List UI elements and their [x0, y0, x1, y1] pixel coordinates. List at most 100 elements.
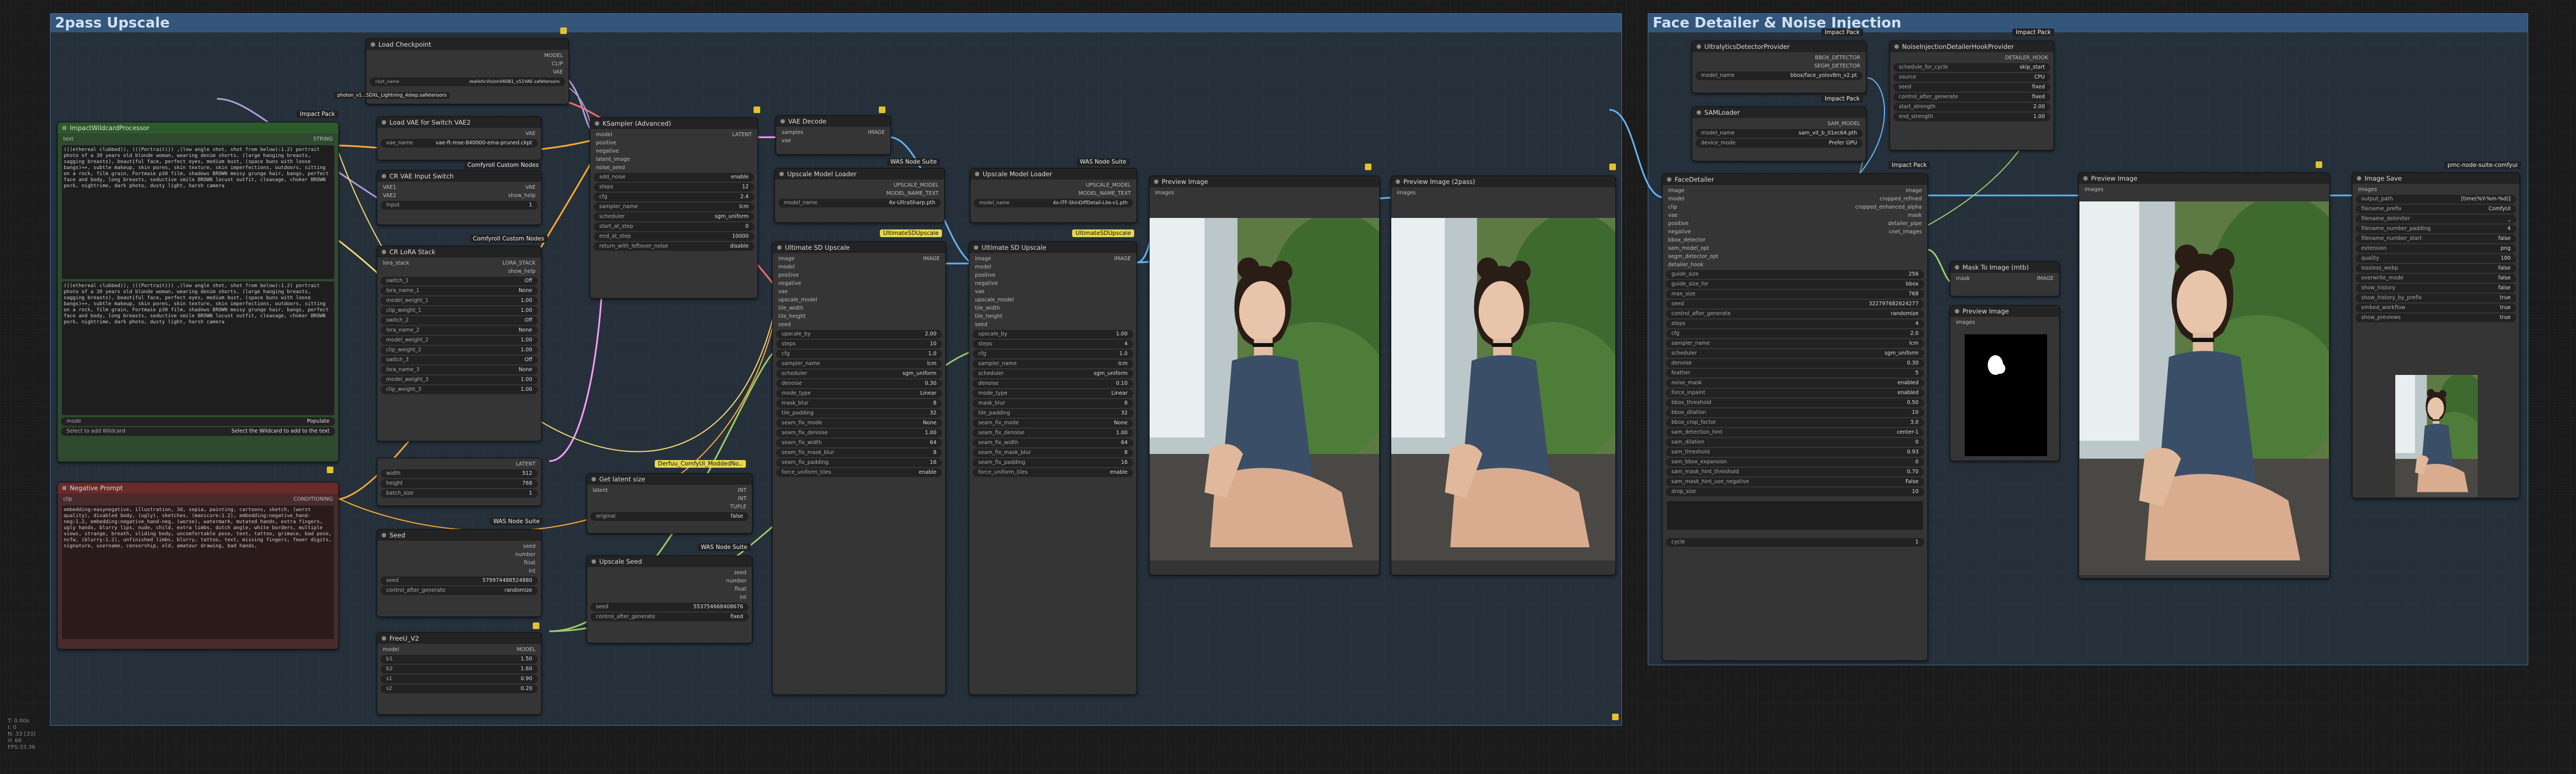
- input-sam-model-opt[interactable]: sam_model_opt: [1668, 244, 1709, 253]
- widget-seed[interactable]: seed 322797682624277: [1666, 300, 1924, 309]
- widget-feather[interactable]: feather 5: [1666, 369, 1924, 378]
- widget-s1[interactable]: s1 0.90: [381, 675, 538, 683]
- input-upscale-model[interactable]: upscale_model: [975, 296, 1014, 304]
- widget-force-uniform-tiles[interactable]: force_uniform_tiles enable: [776, 468, 942, 477]
- widget-cfg[interactable]: cfg 1.0: [776, 350, 942, 358]
- node-title[interactable]: Preview Image (2pass): [1391, 176, 1615, 187]
- widget-tile-padding[interactable]: tile_padding 32: [776, 409, 942, 418]
- input-model[interactable]: model: [778, 263, 795, 271]
- output-number[interactable]: number: [726, 577, 746, 585]
- widget-lora-name-1[interactable]: lora_name_1 None: [381, 287, 538, 295]
- input-images[interactable]: images: [2084, 186, 2104, 194]
- widget-filename-prefix[interactable]: filename_prefix ComfyUI: [2356, 205, 2516, 214]
- mode-widget[interactable]: mode Populate: [61, 417, 335, 426]
- input-positive[interactable]: positive: [975, 271, 995, 279]
- widget-sam-threshold[interactable]: sam_threshold 0.93: [1666, 448, 1924, 457]
- output-int[interactable]: INT: [738, 486, 746, 495]
- widget-seam-fix-mode[interactable]: seam_fix_mode None: [776, 419, 942, 428]
- widget-noise-mask[interactable]: noise_mask enabled: [1666, 379, 1924, 388]
- widget-filename-delimiter[interactable]: filename_delimiter _: [2356, 215, 2516, 223]
- widget-scheduler[interactable]: scheduler sgm_uniform: [973, 369, 1133, 378]
- widget-model-weight-2[interactable]: model_weight_2 1.00: [381, 336, 538, 345]
- widget-max-size[interactable]: max_size 768: [1666, 290, 1924, 299]
- node-title[interactable]: Negative Prompt: [58, 483, 338, 493]
- output-detailer-hook[interactable]: DETAILER_HOOK: [2005, 54, 2048, 62]
- node-title[interactable]: Ultimate SD Upscale: [969, 242, 1136, 253]
- node-canvas[interactable]: 2pass Upscale Face Detailer & Noise Inje…: [0, 0, 2576, 774]
- widget-sam-dilation[interactable]: sam_dilation 0: [1666, 438, 1924, 447]
- widget-sam-bbox-expansion[interactable]: sam_bbox_expansion 0: [1666, 458, 1924, 467]
- widget-model-weight-3[interactable]: model_weight_3 1.00: [381, 375, 538, 384]
- negative-prompt-node[interactable]: Negative Prompt clip CONDITIONING embeddi…: [57, 482, 339, 649]
- widget-seam-fix-padding[interactable]: seam_fix_padding 16: [776, 458, 942, 467]
- node-title[interactable]: Load VAE for Switch VAE2: [377, 117, 541, 128]
- get-latent-size-node[interactable]: Get latent size latent INT INT TUPLE orig…: [587, 473, 752, 534]
- input-upscale-model[interactable]: upscale_model: [778, 296, 817, 304]
- node-title[interactable]: UltralyticsDetectorProvider: [1692, 41, 1866, 52]
- input-vae[interactable]: vae: [1668, 211, 1677, 220]
- output-int[interactable]: int: [529, 567, 536, 575]
- widget-mode-type[interactable]: mode_type Linear: [776, 389, 942, 398]
- input-bbox-detector[interactable]: bbox_detector: [1668, 236, 1705, 244]
- output-latent[interactable]: LATENT: [732, 131, 752, 139]
- group-title[interactable]: 2pass Upscale: [51, 14, 1621, 32]
- input-positive[interactable]: positive: [596, 139, 616, 147]
- output-vae[interactable]: VAE: [526, 183, 536, 192]
- output-cropped-enhanced-alpha[interactable]: cropped_enhanced_alpha: [1855, 203, 1922, 211]
- input-seed[interactable]: seed: [975, 321, 988, 329]
- widget-lora-name-3[interactable]: lora_name_3 None: [381, 366, 538, 374]
- widget-show-history[interactable]: show_history false: [2356, 284, 2516, 293]
- wildcard-text-area[interactable]: [1666, 501, 1923, 530]
- widget-seam-fix-denoise[interactable]: seam_fix_denoise 1.00: [973, 429, 1133, 438]
- widget-upscale-by[interactable]: upscale_by 1.00: [973, 330, 1133, 339]
- node-title[interactable]: Load Checkpoint: [366, 39, 568, 50]
- widget-batch-size[interactable]: batch_size 1: [381, 489, 538, 498]
- lora-stack-node[interactable]: CR LoRA Stack lora_stack LORA_STACK show_…: [377, 246, 542, 441]
- widget-guide-size-for[interactable]: guide_size_for bbox: [1666, 280, 1924, 289]
- widget-seam-fix-mode[interactable]: seam_fix_mode None: [973, 419, 1133, 428]
- node-title[interactable]: Upscale Model Loader: [775, 169, 944, 180]
- preview-mask-node[interactable]: Preview Image images: [1950, 305, 2060, 461]
- input-images[interactable]: images: [1956, 318, 1975, 327]
- output-segm-detector[interactable]: SEGM_DETECTOR: [1814, 62, 1860, 70]
- freeu-node[interactable]: FreeU_V2 model MODEL b1 1.50 b2 1.60 s1 0.90 s2…: [377, 632, 542, 715]
- widget-control-after-generate[interactable]: control_after_generate randomize: [1666, 310, 1924, 318]
- image-save-node[interactable]: Image Save images output_path [time(%Y-%m…: [2352, 172, 2520, 498]
- input-negative[interactable]: negative: [975, 279, 998, 288]
- widget-add-noise[interactable]: add_noise enable: [594, 173, 754, 182]
- input-image[interactable]: image: [1668, 187, 1685, 195]
- input-text[interactable]: text: [63, 135, 74, 143]
- widget-scheduler[interactable]: scheduler sgm_uniform: [594, 212, 754, 221]
- widget-seed[interactable]: seed 579974488524880: [381, 576, 538, 585]
- original-widget[interactable]: original false: [590, 512, 749, 521]
- widget-switch-3[interactable]: switch_3 Off: [381, 356, 538, 364]
- widget-lora-name-2[interactable]: lora_name_2 None: [381, 326, 538, 335]
- output-vae[interactable]: VAE: [526, 130, 536, 138]
- output-float[interactable]: float: [524, 559, 536, 567]
- widget-drop-size[interactable]: drop_size 10: [1666, 487, 1924, 496]
- preview-image-node-final[interactable]: Preview Image images: [2078, 172, 2330, 579]
- upscale-model-loader-2[interactable]: Upscale Model Loader UPSCALE_MODEL MODEL…: [970, 168, 1137, 223]
- widget-sam-mask-hint-use-negative[interactable]: sam_mask_hint_use_negative False: [1666, 478, 1924, 486]
- output-upscale-model[interactable]: UPSCALE_MODEL: [1086, 181, 1131, 189]
- save-preview-image[interactable]: [2395, 375, 2478, 497]
- widget-switch-2[interactable]: switch_2 Off: [381, 316, 538, 325]
- input-negative[interactable]: negative: [596, 147, 619, 155]
- node-title[interactable]: Preview Image: [1950, 306, 2059, 317]
- output-image[interactable]: IMAGE: [923, 255, 940, 263]
- node-title[interactable]: Get latent size: [587, 474, 752, 485]
- ultralytics-detector-node[interactable]: UltralyticsDetectorProvider BBOX_DETECTO…: [1692, 41, 1866, 93]
- input-tile-height[interactable]: tile_height: [975, 312, 1002, 321]
- widget-scheduler[interactable]: scheduler sgm_uniform: [1666, 349, 1924, 358]
- output-vae[interactable]: VAE: [553, 68, 563, 76]
- node-title[interactable]: NoiseInjectionDetailerHookProvider: [1890, 41, 2054, 52]
- node-title[interactable]: Ultimate SD Upscale: [773, 242, 945, 253]
- widget-steps[interactable]: steps 12: [594, 183, 754, 192]
- widget-seed[interactable]: seed fixed: [1893, 83, 2050, 92]
- model-name-widget[interactable]: model_name 4x-UltraSharp.pth: [778, 199, 941, 207]
- widget-show-previews[interactable]: show_previews true: [2356, 313, 2516, 322]
- widget-mode-type[interactable]: mode_type Linear: [973, 389, 1133, 398]
- widget-control-after-generate[interactable]: control_after_generate fixed: [590, 613, 749, 621]
- input-model[interactable]: model: [596, 131, 612, 139]
- wildcard-text-area[interactable]: (((ethereal clubbed)), (((Portrait))) ,(…: [62, 281, 334, 416]
